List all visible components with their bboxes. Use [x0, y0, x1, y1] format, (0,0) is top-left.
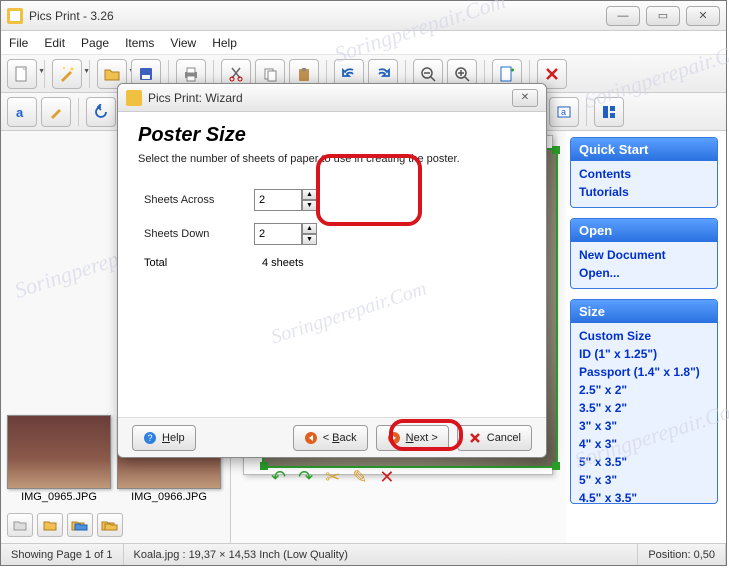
dialog-button-row: ? HHelpelp < Back Next > Cancel: [118, 417, 546, 457]
link-new-document[interactable]: New Document: [579, 246, 709, 264]
size-opt-2[interactable]: Passport (1.4" x 1.8"): [579, 363, 709, 381]
sheets-down-label: Sheets Down: [144, 228, 254, 240]
close-button[interactable]: ✕: [686, 6, 720, 26]
img-crop-icon[interactable]: ✂: [325, 467, 340, 545]
size-opt-3[interactable]: 2.5" x 2": [579, 381, 709, 399]
thumbnail-0-caption: IMG_0965.JPG: [7, 491, 111, 503]
size-opt-7[interactable]: 5" x 3.5": [579, 453, 709, 471]
text-tool-button[interactable]: a: [7, 97, 37, 127]
svg-text:a: a: [561, 107, 566, 117]
watermark: Soringperepair.Com: [268, 278, 429, 350]
panel-size-header: Size: [571, 300, 717, 323]
menu-edit[interactable]: Edit: [44, 36, 65, 50]
sheets-down-up[interactable]: ▲: [302, 223, 317, 234]
img-rotate-left-icon[interactable]: ↶: [271, 467, 286, 545]
dialog-icon: [126, 90, 142, 106]
menu-file[interactable]: File: [9, 36, 28, 50]
sheets-across-input[interactable]: [254, 189, 302, 211]
maximize-button[interactable]: ▭: [646, 6, 680, 26]
sheets-across-up[interactable]: ▲: [302, 189, 317, 200]
wizard-dialog: Pics Print: Wizard ✕ Poster Size Select …: [117, 83, 547, 458]
size-opt-8[interactable]: 5" x 3": [579, 471, 709, 489]
menu-view[interactable]: View: [170, 36, 196, 50]
panel-quickstart: Quick Start Contents Tutorials: [570, 137, 718, 208]
size-opt-6[interactable]: 4" x 3": [579, 435, 709, 453]
status-info: Koala.jpg : 19,37 × 14,53 Inch (Low Qual…: [124, 544, 639, 565]
img-rotate-right-icon[interactable]: ↷: [298, 467, 313, 545]
layout-button[interactable]: [594, 97, 624, 127]
sheets-across-down[interactable]: ▼: [302, 200, 317, 211]
folder-open-button[interactable]: [37, 513, 63, 537]
thumbnail-0[interactable]: IMG_0965.JPG: [7, 415, 111, 503]
svg-text:a: a: [16, 105, 24, 120]
dialog-heading: Poster Size: [138, 124, 526, 147]
minimize-button[interactable]: —: [606, 6, 640, 26]
dialog-subtitle: Select the number of sheets of paper to …: [138, 153, 526, 165]
panel-open: Open New Document Open...: [570, 218, 718, 289]
folder-toolbar: [7, 513, 123, 537]
link-tutorials[interactable]: Tutorials: [579, 183, 709, 201]
folder-refresh-button[interactable]: [97, 513, 123, 537]
dialog-close-button[interactable]: ✕: [512, 89, 538, 107]
sheets-down-down[interactable]: ▼: [302, 234, 317, 245]
menubar: File Edit Page Items View Help: [1, 31, 726, 55]
cancel-button[interactable]: Cancel: [457, 425, 532, 451]
sheets-down-input[interactable]: [254, 223, 302, 245]
size-opt-4[interactable]: 3.5" x 2": [579, 399, 709, 417]
total-value: 4 sheets: [262, 257, 304, 269]
new-doc-button[interactable]: ▼: [7, 59, 37, 89]
size-opt-9[interactable]: 4.5" x 3.5": [579, 489, 709, 503]
help-button[interactable]: ? HHelpelp: [132, 425, 196, 451]
thumbnail-1-caption: IMG_0966.JPG: [117, 491, 221, 503]
wizard-button[interactable]: ▼: [52, 59, 82, 89]
titlebar: Pics Print - 3.26 — ▭ ✕: [1, 1, 726, 31]
side-panels: Quick Start Contents Tutorials Open New …: [566, 131, 726, 543]
size-opt-0[interactable]: Custom Size: [579, 327, 709, 345]
status-position: Position: 0,50: [638, 544, 726, 565]
edit-tool-button[interactable]: [41, 97, 71, 127]
link-open[interactable]: Open...: [579, 264, 709, 282]
menu-items[interactable]: Items: [125, 36, 154, 50]
svg-text:?: ?: [148, 433, 153, 443]
next-button[interactable]: Next >: [376, 425, 449, 451]
menu-help[interactable]: Help: [212, 36, 237, 50]
sheets-across-label: Sheets Across: [144, 194, 254, 206]
folder-browse-button[interactable]: [67, 513, 93, 537]
size-opt-5[interactable]: 3" x 3": [579, 417, 709, 435]
link-contents[interactable]: Contents: [579, 165, 709, 183]
img-edit-icon[interactable]: ✎: [352, 467, 367, 545]
rotate-left-button[interactable]: [86, 97, 116, 127]
status-page: Showing Page 1 of 1: [1, 544, 124, 565]
statusbar: Showing Page 1 of 1 Koala.jpg : 19,37 × …: [1, 543, 726, 565]
size-opt-1[interactable]: ID (1" x 1.25"): [579, 345, 709, 363]
dialog-titlebar: Pics Print: Wizard ✕: [118, 84, 546, 112]
back-button[interactable]: < Back: [293, 425, 368, 451]
img-delete-icon[interactable]: ✕: [379, 467, 394, 545]
total-label: Total: [144, 257, 254, 269]
folder-up-button[interactable]: [7, 513, 33, 537]
app-icon: [7, 8, 23, 24]
window-title: Pics Print - 3.26: [29, 9, 606, 23]
panel-open-header: Open: [571, 219, 717, 242]
menu-page[interactable]: Page: [81, 36, 109, 50]
panel-size: Size Custom Size ID (1" x 1.25") Passpor…: [570, 299, 718, 504]
panel-quickstart-header: Quick Start: [571, 138, 717, 161]
sheets-across-spinner[interactable]: ▲▼: [254, 189, 317, 211]
caption-button[interactable]: a: [549, 97, 579, 127]
dialog-title: Pics Print: Wizard: [148, 91, 512, 105]
sheets-down-spinner[interactable]: ▲▼: [254, 223, 317, 245]
main-window: Pics Print - 3.26 — ▭ ✕ File Edit Page I…: [0, 0, 727, 566]
